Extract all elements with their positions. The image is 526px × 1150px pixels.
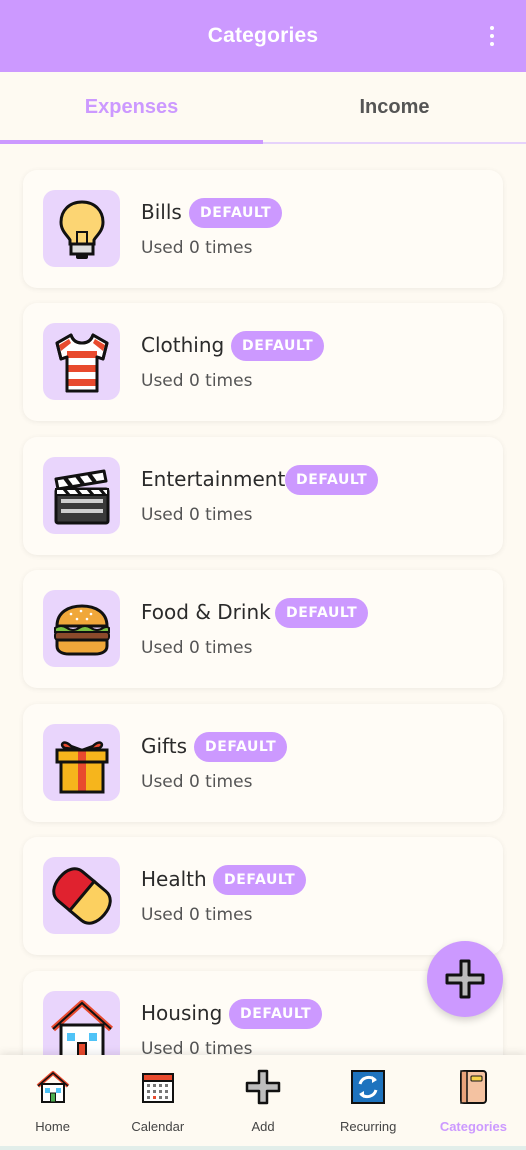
nav-label: Add	[251, 1119, 275, 1134]
repeat-icon	[351, 1070, 386, 1104]
gift-icon	[43, 724, 120, 801]
category-usage: Used 0 times	[141, 371, 253, 391]
system-gesture-bar	[0, 1146, 526, 1150]
category-usage: Used 0 times	[141, 772, 253, 792]
default-badge: DEFAULT	[229, 999, 323, 1029]
category-card-gifts[interactable]: Gifts DEFAULT Used 0 times	[23, 704, 503, 822]
default-badge: DEFAULT	[231, 331, 325, 361]
more-vert-icon[interactable]	[488, 26, 496, 46]
bottom-navigation: Home Calendar Add Recurring Categories	[0, 1055, 526, 1146]
category-card-entertainment[interactable]: Entertainment DEFAULT Used 0 times	[23, 437, 503, 555]
plus-icon	[245, 1069, 281, 1105]
category-card-clothing[interactable]: Clothing DEFAULT Used 0 times	[23, 303, 503, 421]
clapperboard-icon	[43, 457, 120, 534]
category-usage: Used 0 times	[141, 238, 253, 258]
default-badge: DEFAULT	[275, 598, 369, 628]
category-name: Gifts	[141, 734, 188, 758]
default-badge: DEFAULT	[213, 865, 307, 895]
category-name: Entertainment	[141, 467, 286, 491]
add-category-button[interactable]	[427, 941, 503, 1017]
nav-label: Categories	[439, 1119, 508, 1134]
category-usage: Used 0 times	[141, 505, 253, 525]
plus-icon	[445, 959, 485, 999]
notebook-icon	[460, 1070, 488, 1104]
pill-icon	[43, 857, 120, 934]
nav-recurring[interactable]: Recurring	[316, 1055, 421, 1146]
app-bar: Categories	[0, 0, 526, 72]
house-icon	[36, 1071, 69, 1103]
page-title: Categories	[207, 24, 319, 47]
category-usage: Used 0 times	[141, 638, 253, 658]
nav-calendar[interactable]: Calendar	[105, 1055, 210, 1146]
nav-home[interactable]: Home	[0, 1055, 105, 1146]
tshirt-icon	[43, 323, 120, 400]
nav-label: Calendar	[131, 1119, 185, 1134]
category-name: Housing	[141, 1001, 223, 1025]
lightbulb-icon	[43, 190, 120, 267]
nav-categories[interactable]: Categories	[421, 1055, 526, 1146]
category-name: Clothing	[141, 333, 225, 357]
category-card-food-drink[interactable]: Food & Drink DEFAULT Used 0 times	[23, 570, 503, 688]
category-type-tabs: Expenses Income	[0, 72, 526, 144]
nav-label: Recurring	[340, 1119, 397, 1134]
tab-income[interactable]: Income	[263, 72, 526, 142]
category-name: Food & Drink	[141, 600, 271, 624]
calendar-icon	[141, 1073, 174, 1103]
category-usage: Used 0 times	[141, 905, 253, 925]
default-badge: DEFAULT	[189, 198, 283, 228]
category-name: Health	[141, 867, 207, 891]
burger-icon	[43, 590, 120, 667]
default-badge: DEFAULT	[285, 465, 379, 495]
nav-label: Home	[35, 1119, 70, 1134]
nav-add[interactable]: Add	[210, 1055, 315, 1146]
category-card-health[interactable]: Health DEFAULT Used 0 times	[23, 837, 503, 955]
category-name: Bills	[141, 200, 182, 224]
default-badge: DEFAULT	[194, 732, 288, 762]
tab-expenses[interactable]: Expenses	[0, 72, 263, 144]
category-card-bills[interactable]: Bills DEFAULT Used 0 times	[23, 170, 503, 288]
